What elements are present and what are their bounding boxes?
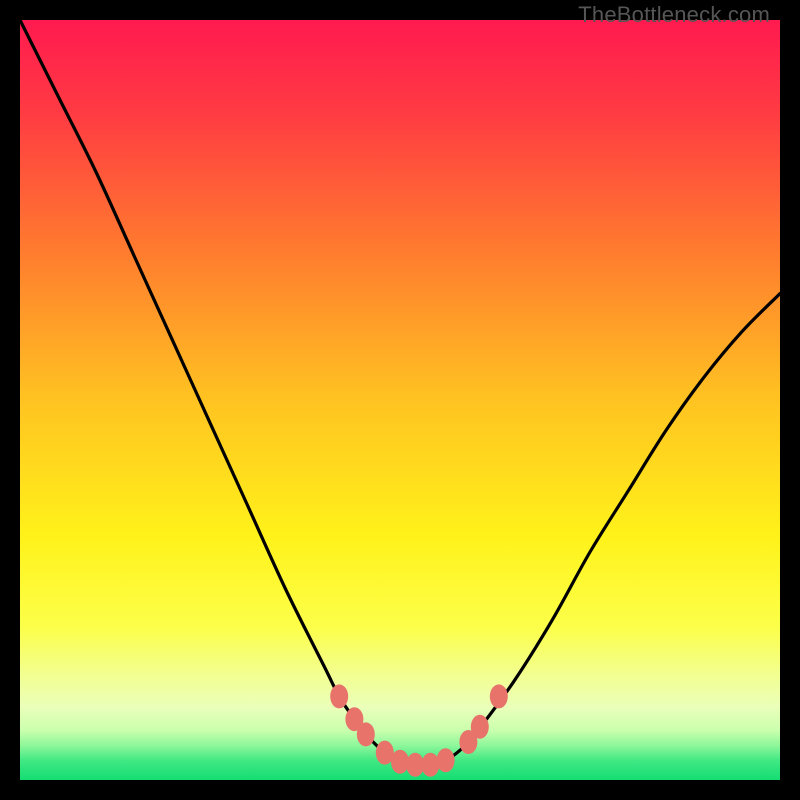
bottleneck-curve-chart	[20, 20, 780, 780]
gradient-background	[20, 20, 780, 780]
marker-dot	[357, 722, 375, 746]
chart-frame	[20, 20, 780, 780]
marker-dot	[391, 750, 409, 774]
marker-dot	[437, 748, 455, 772]
marker-dot	[490, 684, 508, 708]
marker-dot	[471, 715, 489, 739]
watermark-text: TheBottleneck.com	[578, 2, 770, 28]
marker-dot	[421, 753, 439, 777]
marker-dot	[330, 684, 348, 708]
